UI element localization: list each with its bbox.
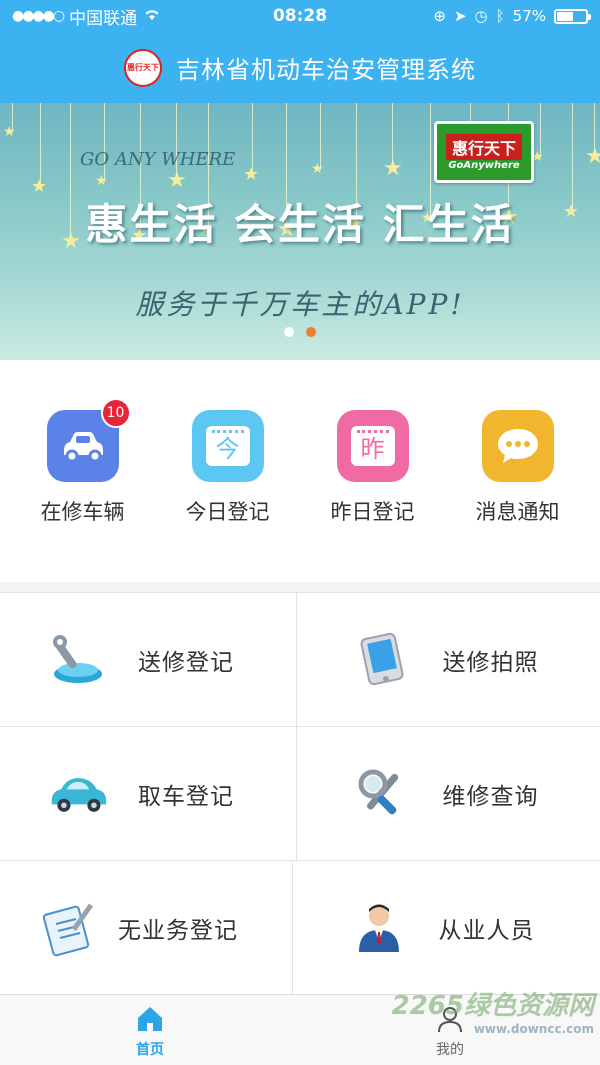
app-logo-text: 惠行天下: [127, 63, 159, 72]
banner-slogan: 惠生活 会生活 汇生活: [85, 200, 515, 249]
brand-badge: 惠行天下 GoAnywhere: [434, 121, 534, 183]
grid-item-label: 从业人员: [438, 917, 535, 944]
notification-badge: 10: [100, 398, 131, 428]
grid-item-no-business-register[interactable]: 无业务登记: [0, 861, 292, 994]
title-bar: 惠行天下 吉林省机动车治安管理系统: [0, 32, 600, 103]
wrench-car-icon: [48, 630, 108, 690]
section-divider: [0, 582, 600, 592]
tab-home-label: 首页: [136, 1042, 164, 1058]
carousel-dots[interactable]: [0, 327, 600, 337]
grid-item-repair-photo[interactable]: 送修拍照: [295, 593, 600, 726]
grid-item-repair-register[interactable]: 送修登记: [0, 593, 296, 726]
battery-fill: [557, 11, 573, 21]
location-icon: ➤: [453, 7, 467, 25]
tablet-icon: [353, 630, 413, 690]
star-icon: ★: [243, 164, 260, 185]
grid-item-label: 无业务登记: [118, 917, 238, 944]
banner-string: [320, 103, 321, 170]
calendar-yesterday-icon: 昨: [336, 410, 409, 482]
quick-action-yesterday[interactable]: 昨 昨日登记: [313, 410, 433, 582]
signal-icon: ●●●●○: [12, 8, 65, 24]
star-icon: ★: [585, 144, 600, 169]
car-icon: [48, 764, 108, 824]
calendar-today-icon: 今: [191, 410, 264, 482]
lock-rotation-icon: ⊕: [433, 7, 446, 25]
star-icon: ★: [167, 168, 187, 193]
watermark-url: www.downcc.com: [473, 1022, 594, 1036]
watermark-text: 2265绿色资源网: [391, 991, 594, 1021]
quick-action-in-repair[interactable]: 10 在修车辆: [23, 398, 143, 582]
banner-tagline-en: GO ANY WHERE: [80, 149, 236, 170]
grid-item-label: 取车登记: [138, 783, 234, 810]
grid-item-label: 维修查询: [442, 783, 539, 810]
status-bar: ●●●●○ 中国联通 08:28 ⊕ ➤ ◷ ᛒ 57%: [0, 0, 600, 32]
promo-banner[interactable]: ★★★★★★★★★★★★★★★★★★ GO ANY WHERE 惠行天下 GoA…: [0, 103, 600, 360]
car-icon: 10: [46, 398, 131, 482]
quick-action-messages[interactable]: 消息通知: [458, 410, 578, 582]
carrier-label: 中国联通: [69, 8, 138, 29]
grid-item-staff[interactable]: 从业人员: [291, 861, 600, 994]
calendar-glyph: 昨: [350, 426, 395, 466]
quick-actions: 10 在修车辆 今 今日登记 昨 昨日登记 消息通知: [0, 360, 600, 582]
battery-icon: [554, 8, 591, 24]
quick-action-label: 今日登记: [185, 500, 270, 524]
person-icon: [349, 898, 409, 958]
clipboard-icon: [40, 898, 100, 958]
carousel-dot-active[interactable]: [306, 327, 316, 337]
grid-item-label: 送修拍照: [442, 649, 539, 676]
banner-string: [104, 103, 105, 182]
page-title: 吉林省机动车治安管理系统: [176, 56, 476, 84]
function-grid: 送修登记 送修拍照 取车登记 维修查询 无业务登记 从业人员: [0, 592, 600, 995]
quick-action-label: 消息通知: [475, 500, 560, 524]
app-header: ●●●●○ 中国联通 08:28 ⊕ ➤ ◷ ᛒ 57% 惠行天下 吉林省机动车…: [0, 0, 600, 103]
wifi-icon: [143, 6, 161, 26]
home-icon: [138, 1007, 162, 1031]
calendar-glyph: 今: [205, 426, 250, 466]
grid-item-label: 送修登记: [138, 649, 234, 676]
tab-home[interactable]: 首页: [0, 995, 300, 1065]
banner-subtitle: 服务于千万车主的APP!: [135, 288, 465, 321]
magnifier-wrench-icon: [353, 764, 413, 824]
star-icon: ★: [311, 161, 324, 177]
app-logo: 惠行天下: [124, 48, 162, 87]
battery-percent: 57%: [512, 7, 546, 25]
chat-bubble-icon: [481, 410, 554, 482]
bluetooth-icon: ᛒ: [495, 7, 505, 25]
star-icon: ★: [95, 173, 108, 189]
star-icon: ★: [3, 124, 16, 140]
quick-action-label: 在修车辆: [40, 500, 125, 524]
brand-badge-title: 惠行天下: [445, 133, 522, 160]
star-icon: ★: [383, 156, 403, 181]
grid-item-repair-query[interactable]: 维修查询: [295, 727, 600, 860]
alarm-icon: ◷: [474, 7, 488, 25]
banner-string: [40, 103, 41, 186]
carousel-dot[interactable]: [284, 327, 294, 337]
tab-mine-label: 我的: [436, 1042, 464, 1058]
brand-badge-sub: GoAnywhere: [448, 159, 520, 171]
quick-action-label: 昨日登记: [330, 500, 415, 524]
quick-action-today[interactable]: 今 今日登记: [168, 410, 288, 582]
grid-item-pickup-register[interactable]: 取车登记: [0, 727, 296, 860]
watermark: 2265绿色资源网 www.downcc.com: [392, 985, 594, 1036]
